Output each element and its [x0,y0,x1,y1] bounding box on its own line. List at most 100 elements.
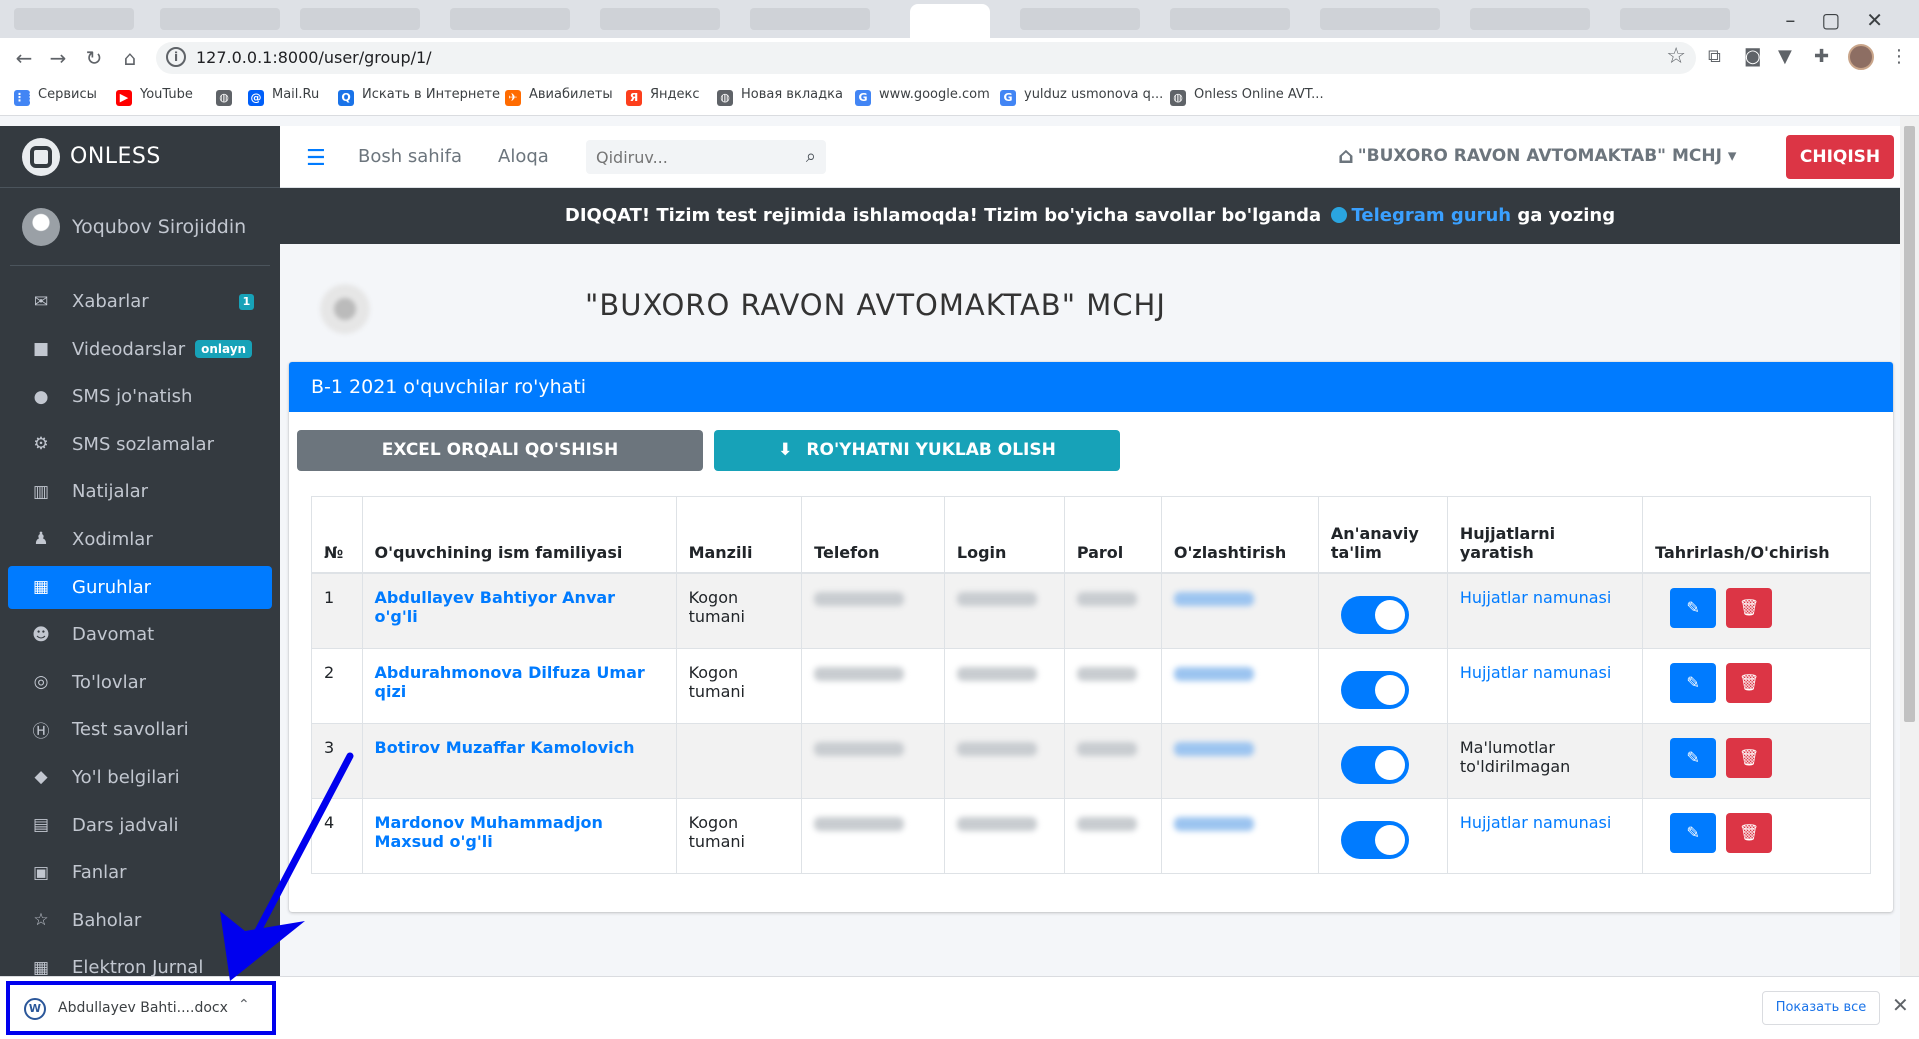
forward-icon[interactable]: → [44,44,72,72]
traditional-education-toggle[interactable] [1340,820,1409,859]
sidebar-item-davomat[interactable]: ☻ Davomat [8,613,272,656]
camera-icon[interactable]: ◙ [1744,46,1761,67]
chevron-up-icon[interactable]: ⌃ [238,997,250,1013]
bookmark-item[interactable]: ⋮⋮ Сервисы [14,87,97,106]
show-all-downloads-button[interactable]: Показать все [1762,991,1880,1025]
chart-icon: ▥ [32,481,50,502]
sidebar-item-test-savollari[interactable]: Ⓗ Test savollari [8,708,272,751]
scrollbar-thumb[interactable] [1904,126,1915,722]
home-icon[interactable]: ⌂ [116,44,144,72]
download-list-button[interactable]: ⬇ RO'YHATNI YUKLAB OLISH [714,430,1120,471]
student-name-link[interactable]: Mardonov Muhammadjon Maxsud o'g'li [375,813,603,851]
profile-avatar[interactable] [1848,44,1874,70]
login-redacted [956,816,1037,831]
edit-button[interactable]: ✎ [1670,587,1717,628]
sidebar-item-videodarslar[interactable]: ■ Videodarslar onlayn [8,328,272,371]
delete-button[interactable]: 🗑 [1726,587,1773,628]
page-title: "BUXORO RAVON AVTOMAKTAB" MCHJ [585,288,1166,322]
bookmark-item[interactable]: ◍ Новая вкладка [717,87,843,106]
documents-link[interactable]: Hujjatlar namunasi [1460,813,1611,832]
hamburger-menu-icon[interactable]: ☰ [306,146,326,171]
sidebar-item-xabarlar[interactable]: ✉ Xabarlar 1 [8,280,272,323]
bookmark-item[interactable]: ▶ YouTube [116,87,193,106]
edit-button[interactable]: ✎ [1670,812,1717,853]
traditional-education-toggle[interactable] [1340,670,1409,709]
sidebar-item-elektron-jurnal[interactable]: ▦ Elektron Jurnal [8,946,272,976]
download-item[interactable]: W Abdullayev Bahti....docx ⌃ [6,981,276,1035]
address-url[interactable]: 127.0.0.1:8000/user/group/1/ [196,48,432,67]
menu-dots-icon[interactable]: ⋮ [1890,46,1908,67]
browser-tab[interactable] [160,8,280,30]
bookmark-star-icon[interactable]: ☆ [1666,44,1686,69]
bookmark-item[interactable]: Я Яндекс [626,87,700,106]
sidebar-item-yo-l-belgilari[interactable]: ◆ Yo'l belgilari [8,756,272,799]
browser-tab[interactable] [1470,8,1590,30]
close-icon[interactable]: ✕ [1892,993,1909,1017]
sidebar-item-label: Baholar [72,909,142,931]
puzzle-icon[interactable]: ✚ [1814,46,1829,67]
student-name-link[interactable]: Botirov Muzaffar Kamolovich [375,738,635,757]
delete-button[interactable]: 🗑 [1726,812,1773,853]
user-name[interactable]: Yoqubov Sirojiddin [72,216,246,238]
edit-button[interactable]: ✎ [1670,737,1717,778]
browser-tab-active[interactable] [910,4,990,38]
progress-link-redacted[interactable] [1173,816,1254,831]
bookmark-item[interactable]: ✈ Авиабилеты [505,87,613,106]
site-info-icon[interactable]: i [166,47,186,67]
sidebar-item-sms-jo-natish[interactable]: ● SMS jo'natish [8,375,272,418]
browser-tab[interactable] [450,8,570,30]
documents-link[interactable]: Hujjatlar namunasi [1460,663,1611,682]
bookmark-item[interactable]: Q Искать в Интернете [338,87,500,106]
sidebar-item-fanlar[interactable]: ▣ Fanlar [8,851,272,894]
sidebar-item-natijalar[interactable]: ▥ Natijalar [8,470,272,513]
nav-home-link[interactable]: Bosh sahifa [358,146,462,167]
brand[interactable]: ONLESS [0,126,280,188]
back-icon[interactable]: ← [10,44,38,72]
sidebar-item-to-lovlar[interactable]: ◎ To'lovlar [8,661,272,704]
sidebar-item-baholar[interactable]: ☆ Baholar [8,899,272,942]
browser-tab[interactable] [600,8,720,30]
address-bar[interactable]: i 127.0.0.1:8000/user/group/1/ ☆ [156,42,1696,74]
bookmark-item[interactable]: ◍ Onless Online AVT... [1170,87,1324,106]
progress-link-redacted[interactable] [1173,666,1254,681]
bookmark-item[interactable]: Gyulduz usmonova q... [1000,87,1163,106]
page-scrollbar[interactable] [1900,116,1919,976]
browser-tab[interactable] [300,8,420,30]
bookmark-item[interactable]: @ Mail.Ru [248,87,319,106]
browser-tab[interactable] [1320,8,1440,30]
sidebar-item-dars-jadvali[interactable]: ▤ Dars jadvali [8,804,272,847]
user-panel[interactable]: Yoqubov Sirojiddin [10,188,270,266]
sidebar-item-sms-sozlamalar[interactable]: ⚙ SMS sozlamalar [8,423,272,466]
bookmark-item[interactable]: ◍ [216,87,240,106]
sidebar-item-guruhlar[interactable]: ▦ Guruhlar [8,565,272,609]
browser-tab[interactable] [14,8,134,30]
browser-tab[interactable] [1020,8,1140,30]
avatar [22,207,60,246]
excel-import-button[interactable]: EXCEL ORQALI QO'SHISH [297,430,703,471]
browser-tab[interactable] [1170,8,1290,30]
telegram-link[interactable]: Telegram guruh [1351,205,1511,226]
company-dropdown[interactable]: ⌂ "BUXORO RAVON AVTOMAKTAB" MCHJ ▾ [1338,144,1736,169]
traditional-education-toggle[interactable] [1340,595,1409,634]
documents-link[interactable]: Hujjatlar namunasi [1460,588,1611,607]
delete-button[interactable]: 🗑 [1726,737,1773,778]
logout-button[interactable]: CHIQISH [1786,135,1894,179]
search-input[interactable] [586,140,786,174]
browser-tab[interactable] [1620,8,1730,30]
delete-button[interactable]: 🗑 [1726,662,1773,703]
window-controls[interactable]: –▢✕ [1785,8,1909,32]
traditional-education-toggle[interactable] [1340,745,1409,784]
reload-icon[interactable]: ↻ [80,44,108,72]
student-name-link[interactable]: Abdullayev Bahtiyor Anvar o'g'li [375,588,616,626]
browser-tab[interactable] [750,8,870,30]
extension-icon[interactable]: ⧉ [1708,46,1721,67]
sidebar-item-xodimlar[interactable]: ♟ Xodimlar [8,518,272,561]
progress-link-redacted[interactable] [1173,741,1254,756]
student-name-link[interactable]: Abdurahmonova Dilfuza Umar qizi [375,663,645,701]
search-icon[interactable]: ⌕ [806,146,816,167]
vpn-icon[interactable]: ▼ [1778,46,1792,67]
bookmark-item[interactable]: Gwww.google.com [855,87,990,106]
edit-button[interactable]: ✎ [1670,662,1717,703]
nav-contact-link[interactable]: Aloqa [498,146,549,167]
progress-link-redacted[interactable] [1173,591,1254,606]
